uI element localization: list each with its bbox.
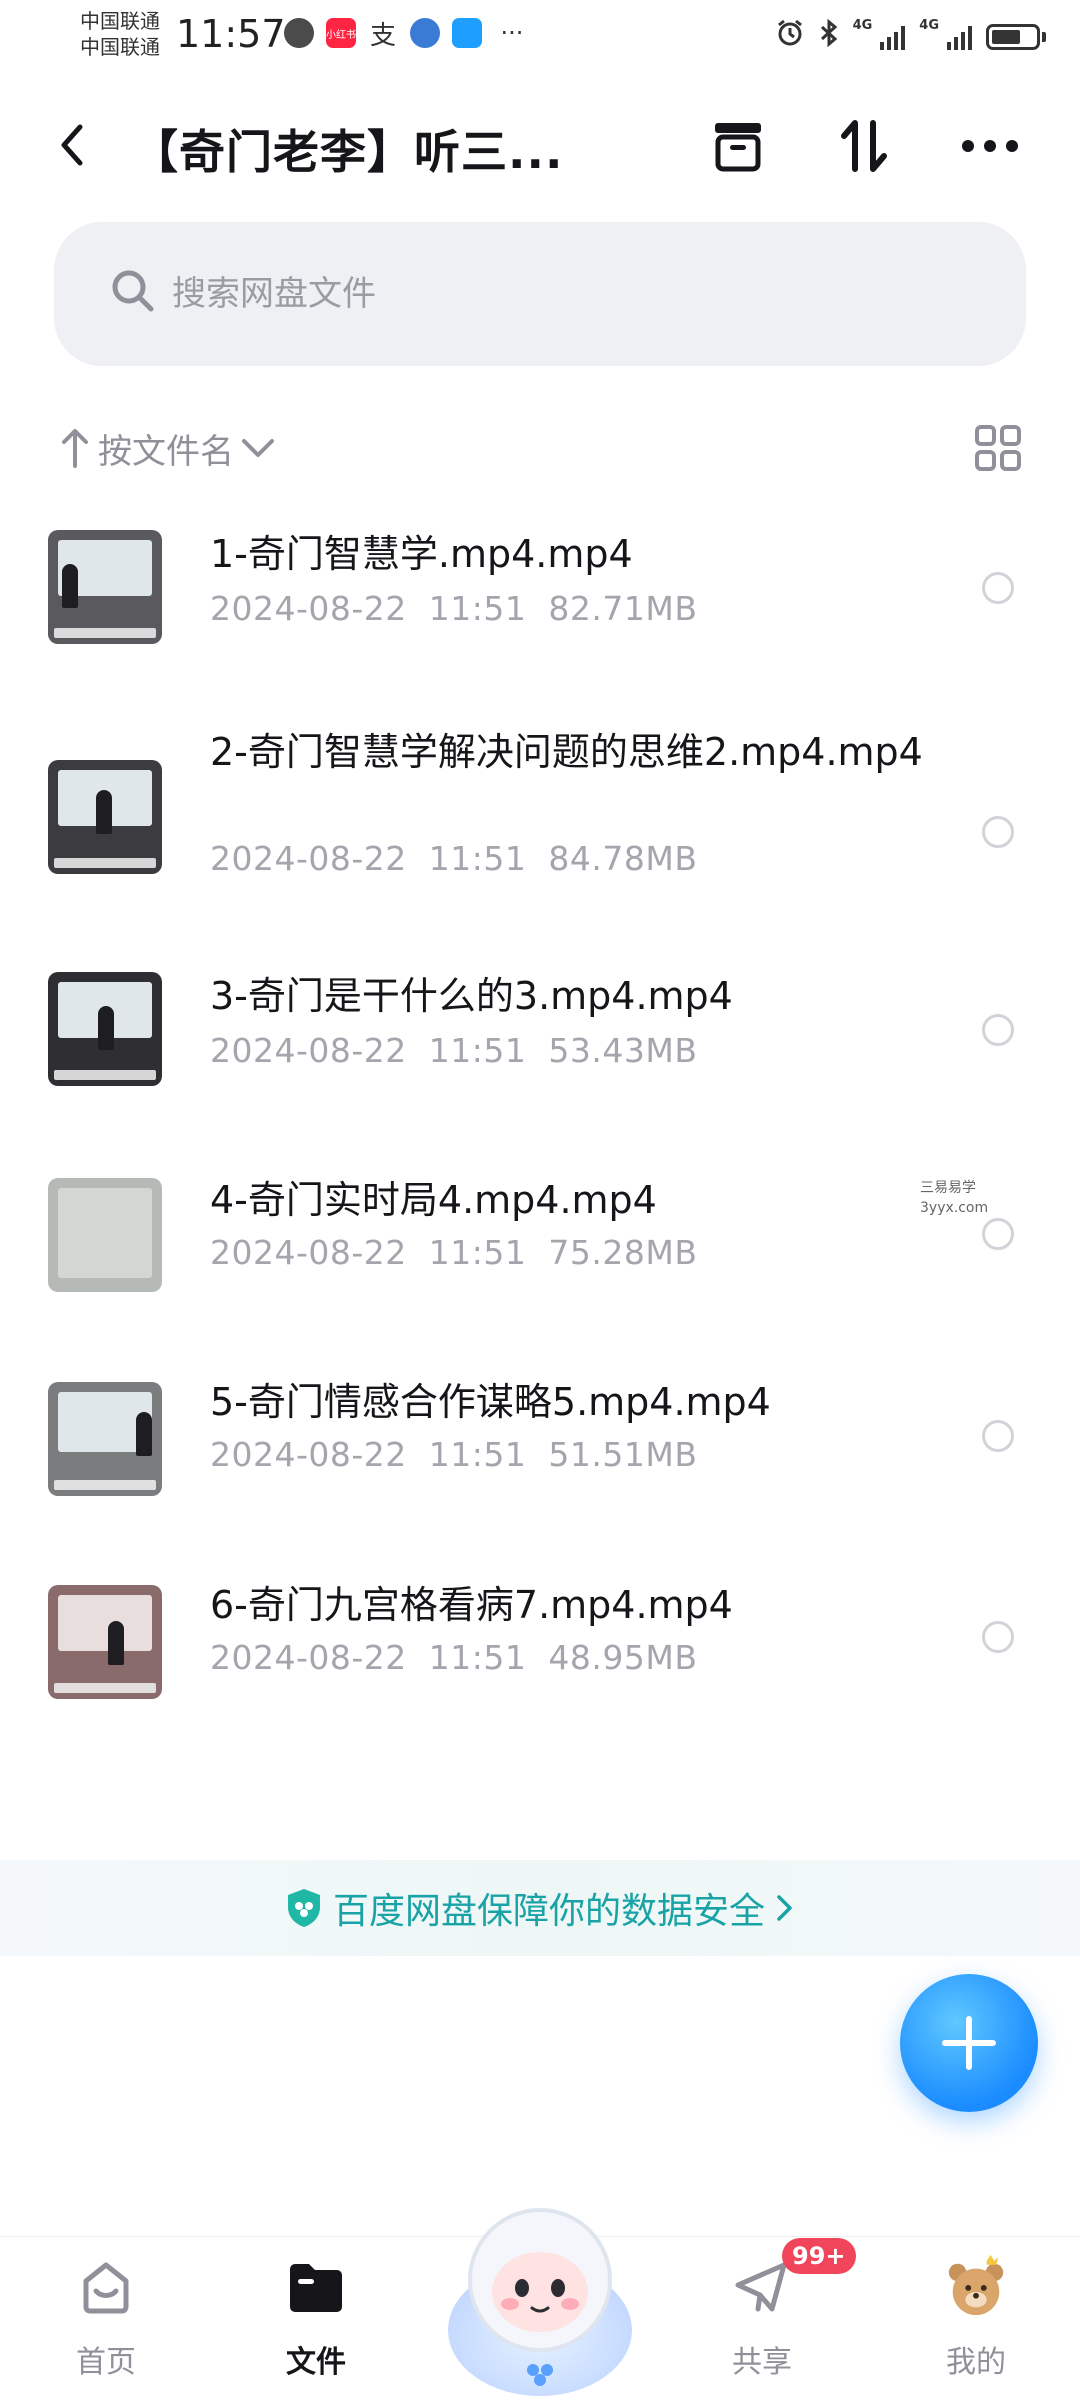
nav-home-label: 首页	[76, 2345, 136, 2380]
nav-share[interactable]: 共享	[692, 2255, 832, 2395]
sort-arrow-up-icon	[62, 429, 88, 468]
file-name: 4-奇门实时局4.mp4.mp4	[210, 1178, 657, 1222]
nav-profile-label: 我的	[946, 2345, 1006, 2380]
search-bar[interactable]	[54, 222, 1026, 366]
select-checkbox[interactable]	[982, 1014, 1014, 1046]
archive-icon[interactable]	[706, 114, 770, 178]
carrier-2: 中国联通	[80, 35, 160, 59]
mascot-icon	[448, 2208, 632, 2396]
nav-files-label: 文件	[286, 2345, 346, 2380]
video-thumbnail	[48, 972, 162, 1086]
select-checkbox[interactable]	[982, 1621, 1014, 1653]
bluetooth-icon	[819, 18, 839, 55]
search-input[interactable]	[172, 264, 872, 324]
grid-view-icon[interactable]	[974, 424, 1022, 472]
status-bar: 中国联通 中国联通 11:57 小红书 支 ··· 4G 4G	[0, 0, 1080, 70]
add-button[interactable]	[900, 1974, 1038, 2112]
home-icon	[74, 2255, 138, 2319]
wechat-icon	[284, 18, 314, 48]
page-title: 【奇门老李】听三...	[132, 125, 564, 179]
file-name: 2-奇门智慧学解决问题的思维2.mp4.mp4	[210, 730, 923, 774]
file-row[interactable]: 3-奇门是干什么的3.mp4.mp4 2024-08-22 11:51 53.43M…	[0, 910, 1080, 1110]
carrier-1: 中国联通	[80, 9, 160, 33]
file-name: 6-奇门九宫格看病7.mp4.mp4	[210, 1583, 733, 1627]
video-thumbnail	[48, 530, 162, 644]
security-banner-text: 百度网盘保障你的数据安全	[332, 1891, 765, 1932]
notification-icons: 小红书 支 ···	[284, 18, 530, 51]
plus-icon	[942, 2016, 996, 2070]
back-icon[interactable]	[50, 118, 94, 172]
browser-icon	[410, 18, 440, 48]
nav-share-label: 共享	[732, 2345, 792, 2380]
sort-swap-icon[interactable]	[832, 114, 896, 178]
shield-icon	[287, 1889, 320, 1927]
file-name: 1-奇门智慧学.mp4.mp4	[210, 532, 633, 576]
xiaohongshu-icon: 小红书	[326, 18, 356, 48]
sort-label: 按文件名	[98, 431, 234, 472]
video-thumbnail	[48, 1585, 162, 1699]
file-meta: 2024-08-22 11:51 51.51MB	[210, 1435, 698, 1474]
file-meta: 2024-08-22 11:51 84.78MB	[210, 839, 698, 878]
folder-icon	[284, 2255, 348, 2319]
chevron-down-icon	[242, 439, 274, 457]
file-row[interactable]: 1-奇门智慧学.mp4.mp4 2024-08-22 11:51 82.71MB	[0, 490, 1080, 690]
network-type-1: 4G	[852, 18, 873, 33]
battery-cap	[1042, 31, 1046, 42]
status-time: 11:57	[176, 12, 286, 56]
select-checkbox[interactable]	[982, 816, 1014, 848]
file-row[interactable]: 4-奇门实时局4.mp4.mp4 2024-08-22 11:51 75.28MB	[0, 1110, 1080, 1310]
search-icon	[110, 268, 156, 318]
network-type-2: 4G	[919, 18, 939, 33]
nav-home[interactable]: 首页	[36, 2255, 176, 2395]
alarm-icon	[775, 18, 805, 55]
search-app-icon	[452, 18, 482, 48]
file-meta: 2024-08-22 11:51 75.28MB	[210, 1233, 698, 1272]
video-thumbnail	[48, 1178, 162, 1292]
ai-assistant-button[interactable]	[430, 2180, 650, 2400]
file-meta: 2024-08-22 11:51 82.71MB	[210, 589, 698, 628]
header-bar: 【奇门老李】听三...	[0, 100, 1080, 190]
file-name: 5-奇门情感合作谋略5.mp4.mp4	[210, 1380, 771, 1424]
sort-control[interactable]: 按文件名	[58, 418, 276, 478]
video-thumbnail	[48, 1382, 162, 1496]
bear-avatar-icon	[944, 2255, 1008, 2319]
more-icon[interactable]	[958, 114, 1022, 178]
file-meta: 2024-08-22 11:51 48.95MB	[210, 1638, 698, 1677]
security-banner[interactable]: 百度网盘保障你的数据安全	[0, 1860, 1080, 1956]
more-notifications-icon: ···	[500, 19, 524, 47]
share-badge: 99+	[782, 2238, 856, 2274]
battery-icon	[986, 23, 1040, 50]
signal-1-icon	[880, 24, 906, 50]
watermark: 三易易学 3yyx.com	[920, 1180, 989, 1216]
file-meta: 2024-08-22 11:51 53.43MB	[210, 1031, 698, 1070]
file-name: 3-奇门是干什么的3.mp4.mp4	[210, 974, 733, 1018]
select-checkbox[interactable]	[982, 1218, 1014, 1250]
system-status: 4G 4G	[775, 18, 1046, 55]
chevron-right-icon	[777, 1895, 792, 1921]
nav-files[interactable]: 文件	[246, 2255, 386, 2395]
video-thumbnail	[48, 760, 162, 874]
nav-profile[interactable]: 我的	[906, 2255, 1046, 2395]
file-row[interactable]: 5-奇门情感合作谋略5.mp4.mp4 2024-08-22 11:51 51.51…	[0, 1310, 1080, 1515]
signal-2-icon	[947, 24, 972, 50]
select-checkbox[interactable]	[982, 1420, 1014, 1452]
alipay-icon: 支	[369, 20, 396, 51]
file-row[interactable]: 2-奇门智慧学解决问题的思维2.mp4.mp4 2024-08-22 11:51 8…	[0, 690, 1080, 910]
carrier-info: 中国联通 中国联通	[80, 8, 160, 60]
file-row[interactable]: 6-奇门九宫格看病7.mp4.mp4 2024-08-22 11:51 48.95M…	[0, 1515, 1080, 1715]
select-checkbox[interactable]	[982, 572, 1014, 604]
